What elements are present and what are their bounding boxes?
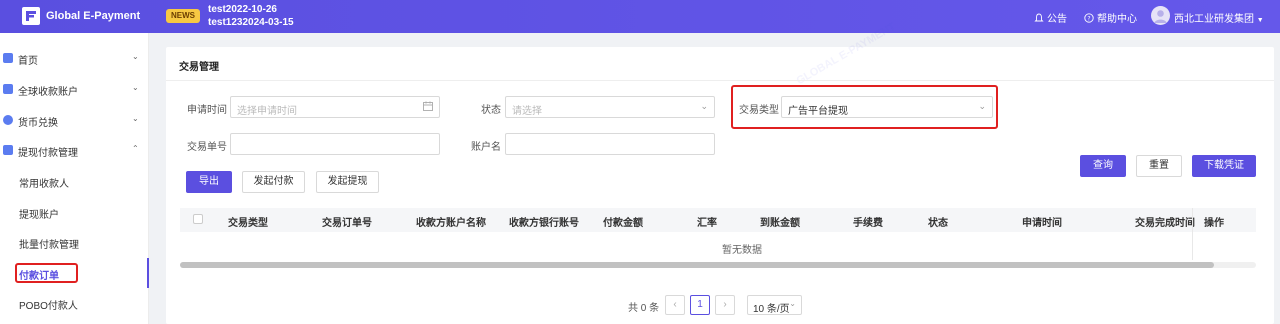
- sidebar-subitem-frequent-payees[interactable]: 常用收款人: [0, 166, 149, 196]
- sidebar-subitem-withdraw-accounts[interactable]: 提现账户: [0, 197, 149, 227]
- download-voucher-button[interactable]: 下载凭证: [1192, 155, 1256, 177]
- start-withdraw-button[interactable]: 发起提现: [316, 171, 379, 193]
- column-header: 交易类型: [228, 218, 268, 229]
- next-page-button[interactable]: ›: [715, 295, 735, 315]
- page-size-select[interactable]: 10 条/页 ⌄: [747, 295, 802, 315]
- company-menu[interactable]: 西北工业研发集团 ▼: [1174, 10, 1264, 25]
- logo-icon: [22, 7, 40, 25]
- help-icon: ?: [1084, 13, 1094, 23]
- sidebar-item-label: 全球收款账户: [18, 87, 78, 98]
- status-label: 状态: [481, 105, 501, 116]
- chevron-right-icon: ›: [723, 299, 727, 310]
- bell-icon: [1034, 13, 1044, 22]
- account-name-input[interactable]: [505, 133, 715, 155]
- status-select[interactable]: 请选择 ⌄: [505, 96, 715, 118]
- sidebar-item-label: 批量付款管理: [19, 240, 79, 251]
- chevron-down-icon: ⌄: [132, 83, 139, 92]
- notice-label: 公告: [1047, 14, 1067, 25]
- column-header: 收款方银行账号: [509, 218, 579, 229]
- export-button[interactable]: 导出: [186, 171, 232, 193]
- column-header: 操作: [1204, 218, 1224, 229]
- news-item[interactable]: test2022-10-26: [208, 4, 277, 15]
- divider: [166, 80, 1274, 81]
- sidebar-item-global-accounts[interactable]: 全球收款账户 ⌄: [0, 74, 149, 104]
- chevron-down-icon: ⌄: [132, 114, 139, 123]
- notice-link[interactable]: 公告: [1034, 10, 1067, 25]
- sidebar-item-label: 首页: [18, 56, 38, 67]
- news-badge: NEWS: [166, 9, 200, 23]
- calendar-icon: [423, 101, 433, 111]
- select-all-checkbox[interactable]: [193, 214, 203, 224]
- chevron-down-icon: ⌄: [789, 299, 796, 308]
- query-button[interactable]: 查询: [1080, 155, 1126, 177]
- chevron-up-icon: ⌃: [132, 144, 139, 153]
- company-name: 西北工业研发集团: [1174, 14, 1254, 25]
- sidebar-item-label: 提现付款管理: [18, 148, 78, 159]
- apply-time-picker[interactable]: 选择申请时间: [230, 96, 440, 118]
- news-item[interactable]: test1232024-03-15: [208, 17, 294, 28]
- empty-state: 暂无数据: [722, 245, 762, 256]
- column-header: 申请时间: [1022, 218, 1062, 229]
- page-number[interactable]: 1: [690, 295, 710, 315]
- page-title: 交易管理: [179, 62, 219, 73]
- home-icon: [3, 53, 13, 63]
- column-header: 付款金额: [603, 218, 643, 229]
- caret-down-icon: ▼: [1256, 17, 1264, 24]
- total-count: 共 0 条: [628, 303, 660, 314]
- help-label: 帮助中心: [1097, 14, 1137, 25]
- avatar[interactable]: [1151, 6, 1170, 25]
- sidebar-item-label: POBO付款人: [19, 301, 78, 312]
- exchange-icon: [3, 115, 13, 125]
- app-name: Global E-Payment: [46, 10, 141, 22]
- account-name-label: 账户名: [471, 142, 501, 153]
- column-header: 交易完成时间: [1135, 218, 1195, 229]
- sidebar-item-label: 货币兑换: [18, 118, 58, 129]
- sidebar-item-payout-management[interactable]: 提现付款管理 ⌃: [0, 135, 149, 165]
- top-bar: Global E-Payment NEWS test2022-10-26 tes…: [0, 0, 1280, 33]
- order-no-label: 交易单号: [187, 142, 227, 153]
- column-header: 收款方账户名称: [416, 218, 486, 229]
- chevron-left-icon: ‹: [673, 299, 677, 310]
- help-link[interactable]: ? 帮助中心: [1084, 10, 1137, 25]
- sidebar-item-label: 提现账户: [19, 210, 59, 221]
- apply-time-placeholder: 选择申请时间: [237, 106, 297, 117]
- order-no-input[interactable]: [230, 133, 440, 155]
- sidebar-subitem-pobo-payers[interactable]: POBO付款人: [0, 288, 149, 318]
- apply-time-label: 申请时间: [187, 105, 227, 116]
- status-placeholder: 请选择: [512, 106, 542, 117]
- user-icon: [1154, 10, 1167, 23]
- column-header: 手续费: [853, 218, 883, 229]
- sidebar-item-currency-exchange[interactable]: 货币兑换 ⌄: [0, 105, 149, 135]
- highlight-box: [731, 85, 998, 129]
- reset-button[interactable]: 重置: [1136, 155, 1182, 177]
- fixed-column-divider: [1192, 208, 1193, 260]
- sidebar-item-home[interactable]: 首页 ⌄: [0, 43, 149, 73]
- wallet-icon: [3, 84, 13, 94]
- start-payment-button[interactable]: 发起付款: [242, 171, 305, 193]
- sidebar-item-label: 常用收款人: [19, 179, 69, 190]
- column-header: 状态: [928, 218, 948, 229]
- svg-text:?: ?: [1087, 15, 1090, 22]
- column-header: 到账金额: [760, 218, 800, 229]
- chevron-down-icon: ⌄: [132, 52, 139, 61]
- payout-icon: [3, 145, 13, 155]
- column-header: 交易订单号: [322, 218, 372, 229]
- page-size-value: 10 条/页: [753, 304, 790, 315]
- chevron-down-icon: ⌄: [700, 101, 708, 111]
- scrollbar-thumb[interactable]: [180, 262, 1214, 268]
- highlight-box: [15, 263, 78, 283]
- prev-page-button[interactable]: ‹: [665, 295, 685, 315]
- column-header: 汇率: [697, 218, 717, 229]
- sidebar-subitem-batch-payment[interactable]: 批量付款管理: [0, 227, 149, 257]
